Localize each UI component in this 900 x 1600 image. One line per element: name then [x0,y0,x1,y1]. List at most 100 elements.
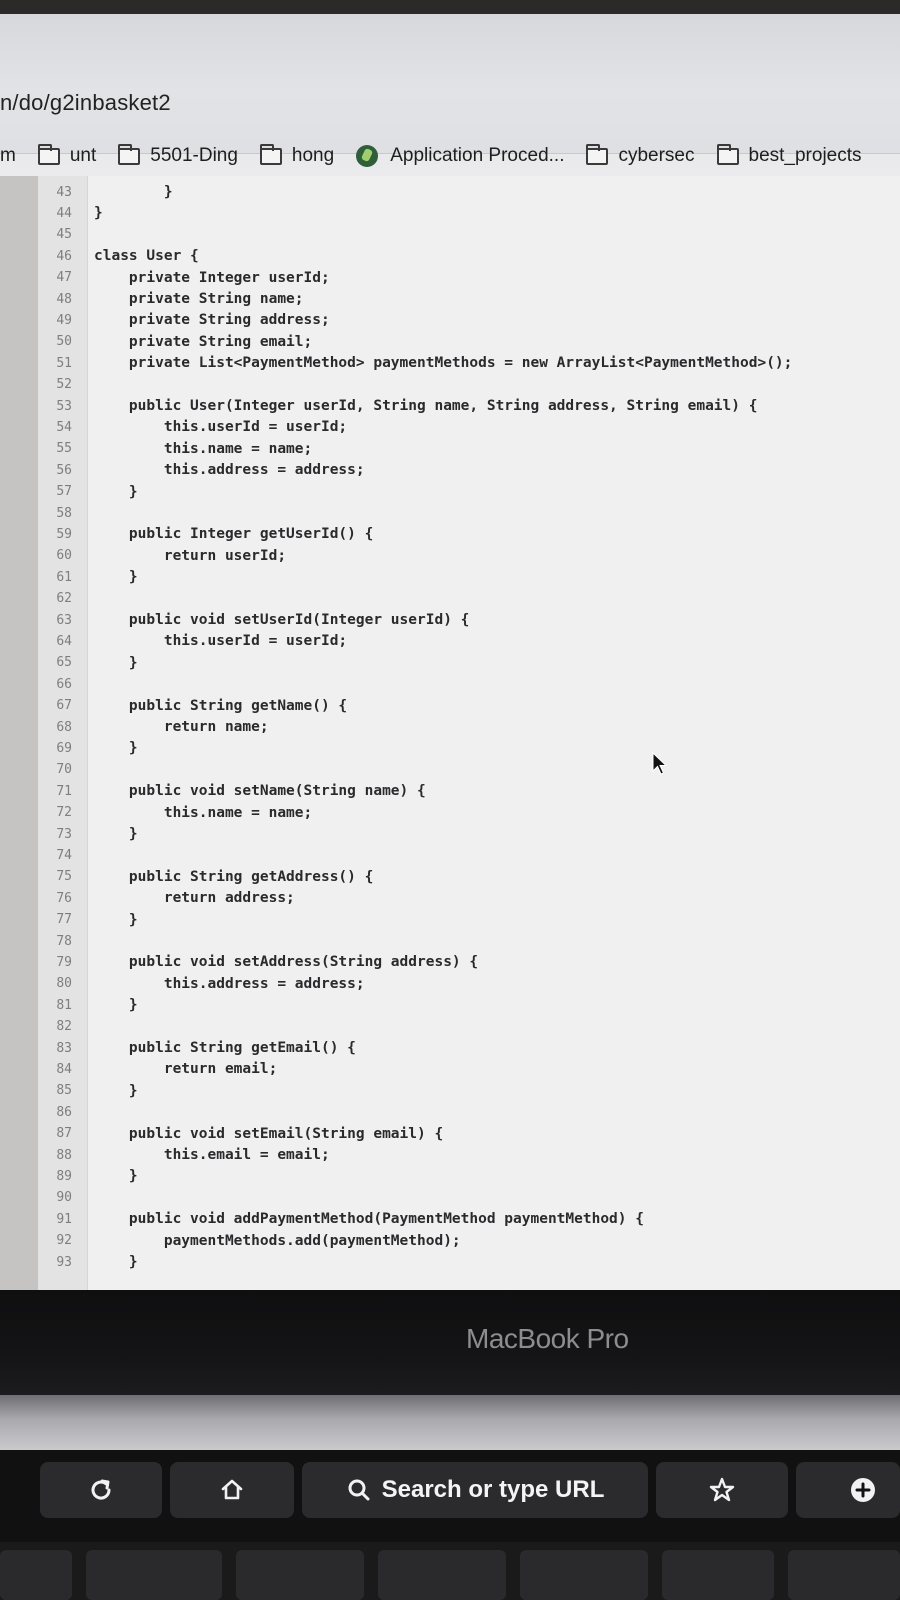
line-number: 66 [56,676,72,692]
code-line[interactable]: 44} [38,202,900,224]
code-line[interactable]: 80 this.address = address; [38,973,900,995]
code-line[interactable]: 55 this.name = name; [38,438,900,460]
line-number: 56 [56,462,72,478]
reload-button[interactable] [40,1462,162,1518]
line-number: 67 [56,698,72,714]
code-line[interactable]: 63 public void setUserId(Integer userId)… [38,609,900,631]
search-url-button[interactable]: Search or type URL [302,1462,648,1518]
code-line[interactable]: 54 this.userId = userId; [38,416,900,438]
code-text: paymentMethods.add(paymentMethod); [94,1232,461,1249]
code-text: private String email; [94,333,313,350]
bookmark-star-button[interactable] [656,1462,788,1518]
line-number: 88 [56,1147,72,1163]
code-line[interactable]: 49 private String address; [38,309,900,331]
line-number: 91 [56,1211,72,1227]
code-line[interactable]: 91 public void addPaymentMethod(PaymentM… [38,1208,900,1230]
code-line[interactable]: 67 public String getName() { [38,695,900,717]
code-line[interactable]: 82 [38,1016,900,1038]
code-text: public Integer getUserId() { [94,526,374,543]
code-line[interactable]: 89 } [38,1165,900,1187]
bookmark-application[interactable]: Application Proced... [356,145,564,167]
laptop-top-bezel [0,0,900,14]
code-line[interactable]: 62 [38,588,900,610]
code-text: public void setAddress(String address) { [94,954,479,971]
line-number: 63 [56,612,72,628]
code-line[interactable]: 81 } [38,994,900,1016]
code-text: } [94,569,138,586]
line-number: 57 [56,484,72,500]
code-line[interactable]: 86 [38,1101,900,1123]
code-line[interactable]: 78 [38,930,900,952]
line-number: 72 [56,805,72,821]
bookmark-cybersec[interactable]: cybersec [586,143,695,167]
code-line[interactable]: 50 private String email; [38,331,900,353]
address-bar[interactable]: n/do/g2inbasket2 [0,90,171,116]
key [662,1550,774,1600]
bookmark-unt[interactable]: unt [37,143,96,167]
code-line[interactable]: 88 this.email = email; [38,1144,900,1166]
code-line[interactable]: 84 return email; [38,1058,900,1080]
line-number: 53 [56,398,72,414]
new-tab-button[interactable] [796,1462,900,1518]
code-line[interactable]: 58 [38,502,900,524]
code-line[interactable]: 79 public void setAddress(String address… [38,951,900,973]
key [86,1550,222,1600]
code-text: } [94,1168,138,1185]
code-text: private String address; [94,312,330,329]
line-number: 84 [56,1061,72,1077]
code-line[interactable]: 59 public Integer getUserId() { [38,523,900,545]
line-number: 44 [56,205,72,221]
code-line[interactable]: 73 } [38,823,900,845]
code-text: } [94,205,103,222]
code-line[interactable]: 56 this.address = address; [38,459,900,481]
code-line[interactable]: 47 private Integer userId; [38,267,900,289]
code-line[interactable]: 68 return name; [38,716,900,738]
sidebar-strip [0,176,38,1290]
code-line[interactable]: 83 public String getEmail() { [38,1037,900,1059]
code-text: public String getEmail() { [94,1040,356,1056]
code-line[interactable]: 75 public String getAddress() { [38,866,900,888]
code-line[interactable]: 71 public void setName(String name) { [38,780,900,802]
code-line[interactable]: 61 } [38,566,900,588]
code-line[interactable]: 69 } [38,737,900,759]
line-number: 93 [56,1254,72,1270]
bookmark-m[interactable]: m [0,145,16,167]
code-line[interactable]: 52 [38,374,900,396]
code-line[interactable]: 85 } [38,1080,900,1102]
bookmark-best-projects[interactable]: best_projects [716,143,862,167]
code-line[interactable]: 53 public User(Integer userId, String na… [38,395,900,417]
code-line[interactable]: 92 paymentMethods.add(paymentMethod); [38,1230,900,1252]
code-line[interactable]: 87 public void setEmail(String email) { [38,1123,900,1145]
folder-icon [118,143,141,165]
star-icon [709,1477,735,1502]
code-line[interactable]: 45 [38,224,900,246]
code-line[interactable]: 66 [38,673,900,695]
code-line[interactable]: 51 private List<PaymentMethod> paymentMe… [38,352,900,374]
code-line[interactable]: 48 private String name; [38,288,900,310]
line-number: 68 [56,719,72,735]
code-line[interactable]: 65 } [38,652,900,674]
line-number: 49 [56,312,72,328]
code-line[interactable]: 76 return address; [38,887,900,909]
code-line[interactable]: 46 class User { [38,245,900,267]
line-number: 69 [56,740,72,756]
bookmark-5501-ding[interactable]: 5501-Ding [118,143,238,167]
code-line[interactable]: 64 this.userId = userId; [38,630,900,652]
line-number: 71 [56,783,72,799]
code-text: this.address = address; [94,975,365,992]
code-line[interactable]: 74 [38,844,900,866]
code-line[interactable]: 90 [38,1187,900,1209]
line-number: 79 [56,954,72,970]
bookmark-label: best_projects [748,145,862,166]
code-line[interactable]: 43 } [38,181,900,203]
code-line[interactable]: 72 this.name = name; [38,802,900,824]
code-line[interactable]: 77 } [38,909,900,931]
code-line[interactable]: 93 } [38,1251,900,1273]
code-line[interactable]: 70 [38,759,900,781]
line-number: 82 [56,1019,72,1035]
code-line[interactable]: 57 } [38,481,900,503]
bookmark-hong[interactable]: hong [259,143,334,167]
mouse-pointer-icon [652,752,668,775]
code-line[interactable]: 60 return userId; [38,545,900,567]
home-button[interactable] [170,1462,294,1518]
